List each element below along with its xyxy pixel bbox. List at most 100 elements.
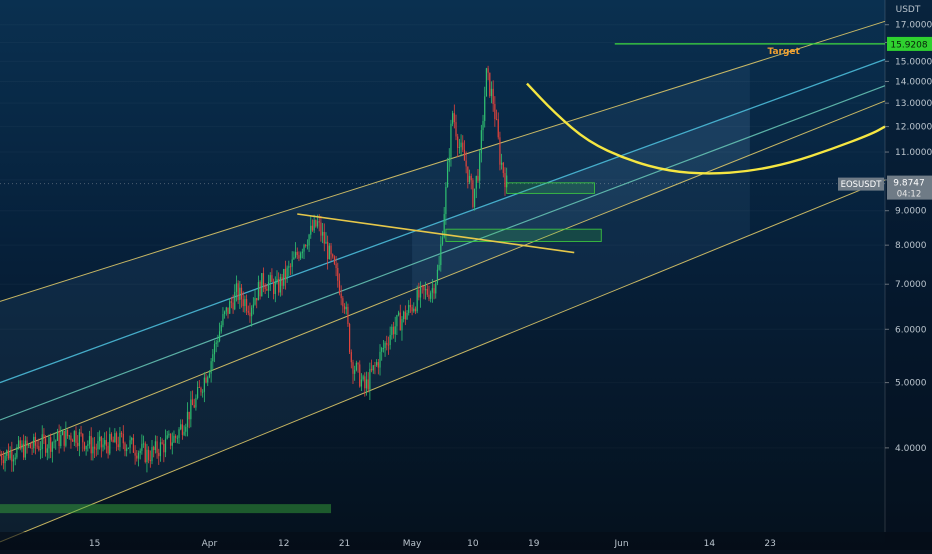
candle-body [163, 443, 165, 453]
candle-body [114, 433, 116, 443]
time-tick-label: Apr [202, 539, 218, 549]
candle-body [289, 266, 292, 268]
candle-body [414, 308, 417, 312]
candle-body [203, 377, 205, 392]
candle-body [139, 450, 141, 453]
candle-body [477, 175, 479, 181]
candle-body [392, 326, 395, 335]
candle-body [337, 267, 339, 281]
candle-body [345, 306, 347, 310]
candle-body [161, 442, 163, 444]
candle-body [24, 440, 26, 458]
target-price-value: 15.9208 [890, 40, 927, 50]
candle-body [306, 245, 308, 247]
candle-body [349, 323, 351, 353]
candle-body [318, 221, 320, 223]
channel-fill [0, 64, 750, 542]
candle-body [467, 166, 469, 183]
candle-body [126, 448, 128, 452]
candle-body [278, 278, 280, 293]
time-tick-label: Jun [613, 539, 628, 549]
candle-body [4, 455, 6, 464]
candle-body [31, 447, 33, 449]
price-chart[interactable]: TargetUSDT17.000016.000015.000014.000013… [0, 0, 932, 550]
candle-body [149, 459, 151, 462]
candle-body [198, 387, 200, 388]
candle-body [87, 444, 89, 446]
candle-body [473, 188, 476, 207]
candle-body [153, 447, 155, 451]
candle-body [169, 433, 172, 446]
candle-body [338, 280, 341, 294]
candle-body [262, 273, 265, 286]
candle-body [284, 268, 287, 280]
candle-body [497, 119, 499, 138]
candle-body [210, 361, 212, 374]
price-tick-label: 13.0000 [895, 99, 932, 109]
candle-body [151, 447, 153, 462]
candle-body [56, 431, 59, 441]
candle-body [136, 455, 138, 459]
time-axis[interactable] [0, 532, 932, 550]
candle-body [137, 452, 140, 459]
candle-body [28, 444, 30, 446]
candle-body [83, 442, 86, 450]
candle-body [29, 444, 32, 448]
candle-body [92, 446, 94, 454]
price-tick-label: 4.0000 [895, 444, 927, 454]
time-tick-label: May [403, 539, 422, 549]
candle-body [377, 362, 379, 368]
candle-body [242, 299, 244, 307]
candle-body [446, 162, 449, 188]
candle-body [350, 352, 352, 363]
candle-body [354, 369, 356, 374]
candle-body [158, 452, 160, 457]
candle-body [316, 221, 319, 227]
candle-body [401, 319, 403, 331]
candle-body [45, 438, 47, 453]
candle-body [173, 435, 175, 443]
candle-body [110, 433, 113, 440]
candle-body [343, 306, 346, 310]
candle-body [315, 220, 317, 227]
time-tick-label: 10 [467, 539, 479, 549]
candle-body [9, 451, 11, 459]
candle-body [234, 291, 236, 310]
price-tick-label: 14.0000 [895, 78, 932, 88]
candle-body [460, 142, 462, 148]
candle-body [117, 444, 119, 448]
support-zone-2 [445, 228, 602, 242]
candle-body [97, 441, 99, 450]
candle-body [387, 344, 390, 346]
candle-body [43, 434, 45, 439]
candle-body [273, 281, 275, 294]
candle-body [121, 432, 123, 434]
candle-body [33, 436, 35, 449]
candle-body [423, 286, 425, 291]
price-tick-label: 9.0000 [895, 207, 927, 217]
candle-body [311, 225, 314, 231]
candle-body [144, 443, 146, 463]
candle-body [60, 435, 62, 447]
candle-body [50, 437, 52, 452]
candle-body [197, 387, 199, 399]
candle-body [142, 443, 145, 445]
candle-body [124, 443, 126, 452]
candle-body [39, 448, 42, 451]
symbol-label: EOSUSDT [841, 180, 883, 190]
candle-body [492, 88, 494, 105]
candle-body [303, 244, 305, 252]
candle-body [394, 326, 396, 335]
candle-body [36, 445, 38, 447]
candle-body [215, 342, 217, 345]
chart-area[interactable]: TargetUSDT17.000016.000015.000014.000013… [0, 0, 932, 550]
candle-body [141, 443, 143, 451]
price-tick-label: 5.0000 [895, 379, 927, 389]
candle-body [90, 436, 92, 454]
candle-body [495, 118, 498, 120]
candle-body [85, 445, 87, 450]
candle-body [487, 68, 489, 73]
candle-body [490, 88, 493, 97]
candle-body [195, 398, 197, 408]
candle-body [357, 362, 359, 365]
